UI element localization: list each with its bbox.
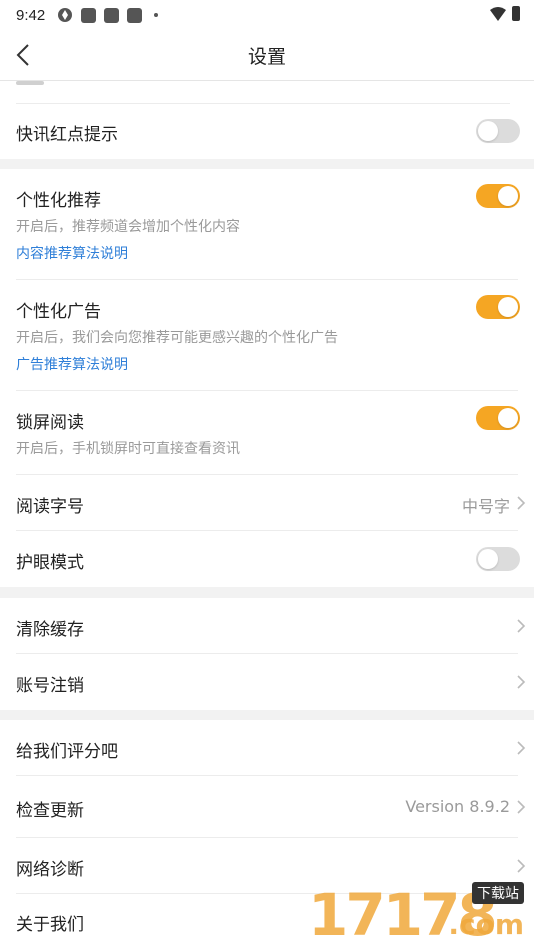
notification-square-icon	[81, 7, 97, 23]
setting-label: 护眼模式	[16, 553, 84, 573]
setting-description: 开启后，我们会向您推荐可能更感兴趣的个性化广告	[16, 330, 338, 346]
lockscreen-toggle[interactable]	[476, 406, 520, 430]
setting-description: 开启后，手机锁屏时可直接查看资讯	[16, 441, 240, 457]
chevron-right-icon	[517, 859, 526, 873]
setting-row-personal-rec[interactable]: 个性化推荐 开启后，推荐频道会增加个性化内容 内容推荐算法说明	[0, 169, 534, 280]
chevron-right-icon	[517, 619, 526, 633]
status-notification-icons	[55, 7, 159, 23]
setting-label: 阅读字号	[16, 497, 84, 517]
watermark-domain: .com	[448, 908, 524, 941]
notification-square-icon	[104, 7, 120, 23]
chevron-right-icon	[517, 741, 526, 755]
rec-algorithm-link[interactable]: 内容推荐算法说明	[16, 243, 128, 263]
setting-row-lockscreen[interactable]: 锁屏阅读 开启后，手机锁屏时可直接查看资讯	[0, 391, 534, 475]
setting-label: 快讯红点提示	[16, 125, 118, 145]
status-time: 9:42	[16, 6, 46, 24]
setting-row-kuaixun[interactable]: 快讯红点提示	[0, 104, 534, 159]
chevron-right-icon	[517, 800, 526, 814]
setting-row-personal-ad[interactable]: 个性化广告 开启后，我们会向您推荐可能更感兴趣的个性化广告 广告推荐算法说明	[0, 280, 534, 391]
ad-algorithm-link[interactable]: 广告推荐算法说明	[16, 354, 128, 374]
notification-square-icon	[127, 7, 143, 23]
setting-label: 锁屏阅读	[16, 413, 84, 433]
battery-icon	[512, 6, 520, 21]
toggle-knob	[498, 297, 518, 317]
setting-row-eye-mode[interactable]: 护眼模式	[0, 531, 534, 587]
status-bar: 9:42	[0, 0, 534, 30]
setting-label: 账号注销	[16, 676, 84, 696]
clipped-label-fragment	[16, 81, 44, 85]
setting-row-font-size[interactable]: 阅读字号 中号字	[0, 475, 534, 531]
setting-row-check-update[interactable]: 检查更新 Version 8.9.2	[0, 776, 534, 838]
kuaixun-toggle[interactable]	[476, 119, 520, 143]
chevron-right-icon	[517, 675, 526, 689]
setting-label: 检查更新	[16, 801, 84, 821]
section-gap	[0, 710, 534, 720]
setting-label: 个性化推荐	[16, 191, 101, 211]
site-watermark: 17178 下载站 .com	[306, 878, 528, 948]
eye-mode-toggle[interactable]	[476, 547, 520, 571]
setting-row-clear-cache[interactable]: 清除缓存	[0, 598, 534, 654]
setting-label: 给我们评分吧	[16, 742, 118, 762]
setting-label: 网络诊断	[16, 860, 84, 880]
setting-description: 开启后，推荐频道会增加个性化内容	[16, 219, 240, 235]
version-value: Version 8.9.2	[405, 797, 510, 816]
setting-row-cancel-account[interactable]: 账号注销	[0, 654, 534, 710]
watermark-badge: 下载站	[472, 882, 524, 904]
toggle-knob	[478, 549, 498, 569]
section-gap	[0, 159, 534, 169]
wifi-icon	[490, 6, 506, 21]
chevron-right-icon	[517, 496, 526, 510]
app-bar: 设置	[0, 30, 534, 81]
partially-hidden-row	[16, 81, 510, 104]
personal-rec-toggle[interactable]	[476, 184, 520, 208]
more-notifications-icon	[154, 13, 159, 17]
personal-ad-toggle[interactable]	[476, 295, 520, 319]
setting-label: 个性化广告	[16, 302, 101, 322]
setting-row-rate-us[interactable]: 给我们评分吧	[0, 720, 534, 776]
setting-label: 关于我们	[16, 915, 84, 935]
font-size-value: 中号字	[461, 497, 510, 516]
toggle-knob	[498, 408, 518, 428]
app-notification-icon	[58, 8, 73, 22]
setting-label: 清除缓存	[16, 620, 84, 640]
page-title: 设置	[247, 46, 286, 68]
section-gap	[0, 587, 534, 598]
toggle-knob	[498, 186, 518, 206]
toggle-knob	[478, 121, 498, 141]
